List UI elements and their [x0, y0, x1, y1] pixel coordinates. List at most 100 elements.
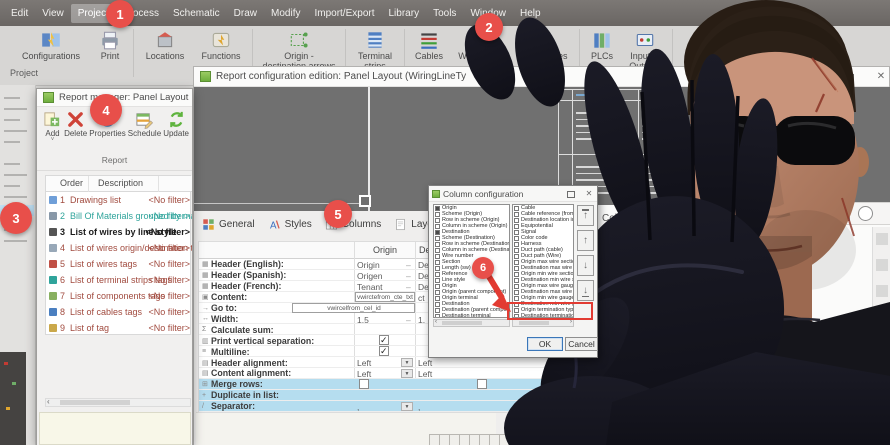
- tree-item[interactable]: [4, 108, 27, 110]
- checkbox[interactable]: [359, 378, 369, 389]
- tree-item[interactable]: [4, 185, 20, 187]
- checkbox[interactable]: [435, 247, 440, 253]
- page-icon[interactable]: [837, 206, 850, 221]
- dialog-close-icon[interactable]: ✕: [582, 188, 596, 200]
- checkbox[interactable]: [477, 378, 487, 389]
- origin-value[interactable]: Origin: [357, 260, 380, 270]
- checkbox[interactable]: [435, 235, 440, 241]
- destination-value[interactable]: ct: [418, 293, 425, 303]
- mini-tool-icon[interactable]: [876, 259, 888, 271]
- close-icon[interactable]: ✕: [874, 71, 888, 83]
- table-row[interactable]: 7 List of components tags <No filter>: [46, 288, 192, 304]
- tree-item[interactable]: [4, 196, 27, 198]
- checkbox[interactable]: [514, 211, 519, 217]
- ribbon-button-configurations[interactable]: Configurations: [12, 28, 90, 62]
- dropdown-arrow-icon[interactable]: ▼: [401, 358, 413, 368]
- checkbox[interactable]: [435, 289, 440, 295]
- checkbox[interactable]: [435, 259, 440, 265]
- form-row[interactable]: ⊞ Merge rows:: [199, 378, 561, 390]
- ok-button[interactable]: OK: [527, 337, 563, 351]
- menu-item-draw[interactable]: Draw: [227, 4, 264, 23]
- checkbox[interactable]: [435, 307, 440, 313]
- tab-general[interactable]: General: [202, 218, 255, 231]
- move-up-button[interactable]: ↑: [577, 230, 594, 251]
- checkbox[interactable]: [514, 217, 519, 223]
- checkbox[interactable]: [514, 223, 519, 229]
- checkbox[interactable]: [435, 223, 440, 229]
- checkbox[interactable]: [435, 211, 440, 217]
- checkbox[interactable]: [514, 253, 519, 259]
- checkbox[interactable]: [435, 301, 440, 307]
- table-row[interactable]: 2Bill Of Materials grouped by manuf...<N…: [46, 208, 192, 224]
- row-filter[interactable]: <No filter>: [148, 243, 190, 253]
- checkbox[interactable]: [514, 307, 519, 313]
- mini-tool-icon[interactable]: [876, 363, 888, 375]
- checkbox[interactable]: [514, 289, 519, 295]
- scroll-left-icon[interactable]: ‹: [47, 397, 50, 406]
- menu-item-schematic[interactable]: Schematic: [166, 4, 227, 23]
- table-row[interactable]: 1 Drawings list <No filter>: [46, 192, 192, 208]
- origin-value[interactable]: ,: [357, 402, 359, 412]
- tree-item[interactable]: [4, 97, 20, 99]
- table-row[interactable]: 8 List of cables tags <No filter>: [46, 304, 192, 320]
- menu-item-edit[interactable]: Edit: [4, 4, 35, 23]
- origin-value[interactable]: 1.5: [357, 315, 369, 325]
- checkbox[interactable]: [435, 265, 440, 271]
- table-row[interactable]: 5 List of wires tags <No filter>: [46, 256, 192, 272]
- column-option[interactable]: Destination termination ty: [513, 313, 573, 317]
- column-option[interactable]: Destination terminal: [434, 313, 509, 317]
- destination-value[interactable]: Left: [418, 369, 432, 379]
- dialog-maximize-icon[interactable]: [567, 191, 575, 198]
- dropdown-arrow-icon[interactable]: ▼: [401, 369, 413, 378]
- ribbon-button-plcs[interactable]: PLCs: [583, 28, 621, 62]
- rm-horizontal-scrollbar[interactable]: ‹: [45, 397, 191, 407]
- checkbox[interactable]: [514, 271, 519, 277]
- checkbox[interactable]: [435, 283, 440, 289]
- dropdown-arrow-icon[interactable]: ▼: [401, 401, 413, 411]
- form-row[interactable]: ▤ Content alignment: Left ▼ Left: [199, 368, 561, 379]
- row-filter[interactable]: <No filter>: [148, 195, 190, 205]
- form-row[interactable]: ▤ Header alignment: Left ▼ Left: [199, 357, 561, 368]
- available-columns-list[interactable]: Origin Scheme (Origin) Row in scheme (Orig…: [433, 204, 510, 318]
- origin-value[interactable]: Left: [357, 358, 371, 368]
- form-row[interactable]: + Duplicate in list:: [199, 389, 561, 401]
- menu-item-modify[interactable]: Modify: [264, 4, 307, 23]
- checkbox[interactable]: [435, 229, 440, 235]
- checkbox[interactable]: [514, 241, 519, 247]
- mini-tool-icon[interactable]: [876, 389, 888, 401]
- move-top-button[interactable]: ↑: [577, 205, 594, 226]
- dialog-scrollbar-right[interactable]: ›: [512, 319, 574, 327]
- mini-tool-icon[interactable]: [876, 233, 888, 245]
- checkbox[interactable]: [379, 335, 389, 346]
- table-row[interactable]: 4List of wires origin/destination tags<N…: [46, 240, 192, 256]
- menu-item-library[interactable]: Library: [382, 4, 427, 23]
- cancel-button[interactable]: Cancel: [565, 337, 598, 351]
- checkbox[interactable]: [514, 235, 519, 241]
- checkbox[interactable]: [514, 205, 519, 211]
- origin-value[interactable]: Tenant: [357, 282, 383, 292]
- mini-tool-icon[interactable]: [876, 337, 888, 349]
- tree-item[interactable]: [4, 119, 20, 121]
- row-filter[interactable]: <No filter>: [148, 291, 190, 301]
- table-row[interactable]: 3 List of wires by line style <No filter>: [46, 224, 192, 240]
- menu-item-help[interactable]: Help: [513, 4, 548, 23]
- form-row[interactable]: / Separator:, ▼,: [199, 400, 561, 412]
- checkbox[interactable]: [435, 271, 440, 277]
- destination-value[interactable]: ,: [418, 402, 420, 412]
- checkbox[interactable]: [435, 313, 440, 317]
- checkbox[interactable]: [435, 217, 440, 223]
- pan-icon[interactable]: [858, 206, 873, 221]
- content-input[interactable]: vwirctefrom_cte_txt: [355, 292, 415, 302]
- menu-item-tools[interactable]: Tools: [426, 4, 463, 23]
- goto-input[interactable]: vwircelfrom_cel_id: [292, 303, 415, 313]
- tree-item[interactable]: [4, 130, 27, 132]
- destination-value[interactable]: Left: [418, 358, 432, 368]
- available-columns-list-2[interactable]: CableCable reference (from unDestination…: [512, 204, 574, 318]
- maximize-icon[interactable]: [846, 74, 854, 81]
- ribbon-button-harnesses[interactable]: Harnesses: [516, 28, 576, 62]
- origin-value[interactable]: Origen: [357, 271, 383, 281]
- checkbox[interactable]: [514, 283, 519, 289]
- move-down-button[interactable]: ↓: [577, 255, 594, 276]
- mini-tool-icon[interactable]: [876, 415, 888, 427]
- origin-value[interactable]: Left: [357, 369, 371, 379]
